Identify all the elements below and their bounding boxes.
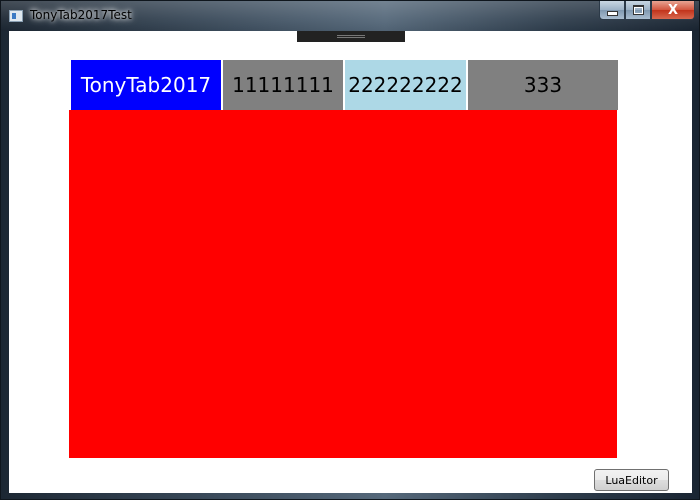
app-window-icon: [9, 10, 23, 22]
client-area: TonyTab2017 11111111 222222222 333 LuaEd…: [9, 31, 692, 493]
minimize-button[interactable]: [599, 1, 625, 20]
window-controls: X: [599, 1, 695, 21]
title-bar[interactable]: TonyTab2017Test X: [1, 1, 699, 31]
lua-editor-button[interactable]: LuaEditor: [594, 469, 669, 491]
tab-label: TonyTab2017: [80, 73, 212, 97]
close-button[interactable]: X: [651, 1, 695, 20]
tab-label: 11111111: [232, 73, 334, 97]
tab-label: 333: [523, 73, 563, 97]
minimize-icon: [606, 10, 618, 16]
tab-strip: TonyTab2017 11111111 222222222 333: [71, 60, 618, 110]
app-window: TonyTab2017Test X TonyTab2017 11111111 2…: [0, 0, 700, 500]
maximize-button[interactable]: [625, 1, 651, 20]
tab-label: 222222222: [348, 73, 463, 97]
close-icon: X: [667, 2, 679, 18]
drag-grip-handle[interactable]: [297, 31, 405, 42]
window-title: TonyTab2017Test: [30, 8, 132, 22]
maximize-icon: [632, 5, 644, 15]
tab-tonytab2017[interactable]: TonyTab2017: [71, 60, 221, 110]
tab-222222222[interactable]: 222222222: [345, 60, 466, 110]
tab-11111111[interactable]: 11111111: [223, 60, 343, 110]
tab-333[interactable]: 333: [468, 60, 618, 110]
tab-content-panel: [69, 110, 617, 458]
